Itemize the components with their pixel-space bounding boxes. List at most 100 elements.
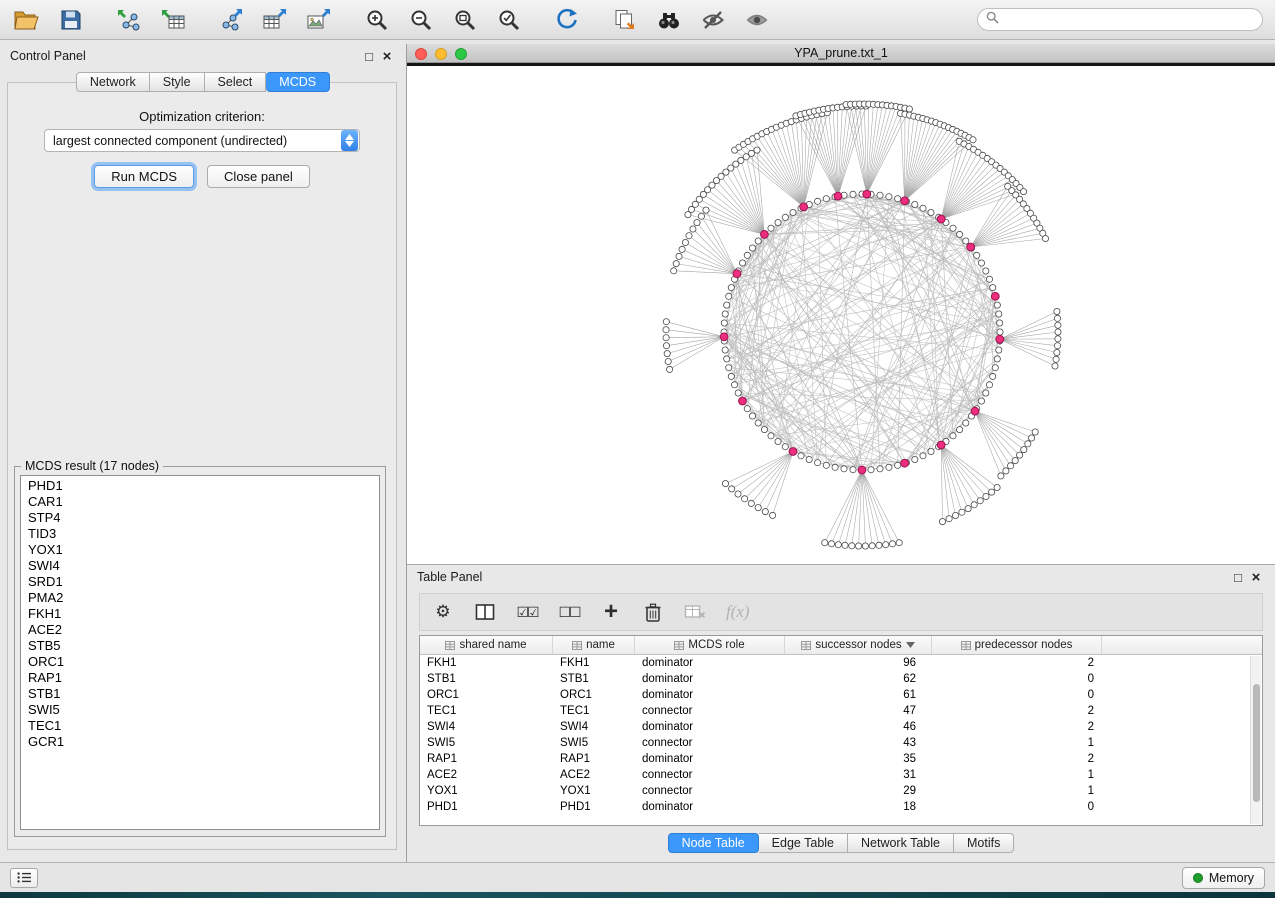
table-cell[interactable]: STB1 <box>420 671 553 687</box>
list-item[interactable]: STB5 <box>28 638 379 654</box>
table-cell[interactable]: 18 <box>785 799 932 815</box>
table-cell[interactable]: TEC1 <box>420 703 553 719</box>
list-item[interactable]: SWI4 <box>28 558 379 574</box>
table-row[interactable]: STB1STB1dominator620 <box>420 671 1262 687</box>
table-cell[interactable]: dominator <box>635 799 785 815</box>
table-cell[interactable]: TEC1 <box>553 703 635 719</box>
table-cell[interactable]: STB1 <box>553 671 635 687</box>
search-input[interactable] <box>1004 13 1254 27</box>
run-mcds-button[interactable]: Run MCDS <box>94 165 194 188</box>
table-cell[interactable]: 35 <box>785 751 932 767</box>
table-cell[interactable]: PHD1 <box>553 799 635 815</box>
column-header-mcds-role[interactable]: MCDS role <box>635 636 785 654</box>
table-cell[interactable]: connector <box>635 735 785 751</box>
table-cell[interactable]: SWI5 <box>553 735 635 751</box>
list-item[interactable]: PMA2 <box>28 590 379 606</box>
apply-layout-icon[interactable] <box>552 5 582 35</box>
list-item[interactable]: FKH1 <box>28 606 379 622</box>
select-all-rows-icon[interactable]: ☑☑ <box>516 600 538 624</box>
tab-network-table[interactable]: Network Table <box>848 833 954 853</box>
table-cell[interactable]: 29 <box>785 783 932 799</box>
table-cell[interactable]: connector <box>635 767 785 783</box>
table-cell[interactable]: 46 <box>785 719 932 735</box>
table-row[interactable]: RAP1RAP1dominator352 <box>420 751 1262 767</box>
tab-node-table[interactable]: Node Table <box>668 833 759 853</box>
export-network-icon[interactable] <box>216 5 246 35</box>
table-cell[interactable]: PHD1 <box>420 799 553 815</box>
list-item[interactable]: TEC1 <box>28 718 379 734</box>
list-item[interactable]: ACE2 <box>28 622 379 638</box>
table-cell[interactable]: ACE2 <box>553 767 635 783</box>
table-cell[interactable]: 61 <box>785 687 932 703</box>
scrollbar-thumb[interactable] <box>1253 684 1260 802</box>
table-cell[interactable]: RAP1 <box>553 751 635 767</box>
list-item[interactable]: GCR1 <box>28 734 379 750</box>
table-cell[interactable]: dominator <box>635 751 785 767</box>
tab-select[interactable]: Select <box>205 72 267 92</box>
table-cell[interactable]: dominator <box>635 671 785 687</box>
list-item[interactable]: CAR1 <box>28 494 379 510</box>
table-cell[interactable]: 1 <box>932 735 1102 751</box>
list-item[interactable]: PHD1 <box>28 478 379 494</box>
show-elements-icon[interactable] <box>742 5 772 35</box>
table-cell[interactable]: dominator <box>635 655 785 671</box>
tab-style[interactable]: Style <box>150 72 205 92</box>
table-cell[interactable]: 62 <box>785 671 932 687</box>
table-cell[interactable]: 2 <box>932 703 1102 719</box>
table-cell[interactable]: 2 <box>932 655 1102 671</box>
table-cell[interactable]: dominator <box>635 719 785 735</box>
table-cell[interactable]: ACE2 <box>420 767 553 783</box>
table-cell[interactable]: YOX1 <box>553 783 635 799</box>
table-row[interactable]: SWI4SWI4dominator462 <box>420 719 1262 735</box>
list-item[interactable]: ORC1 <box>28 654 379 670</box>
table-row[interactable]: PHD1PHD1dominator180 <box>420 799 1262 815</box>
table-cell[interactable]: ORC1 <box>553 687 635 703</box>
search-field[interactable] <box>977 8 1263 31</box>
add-column-icon[interactable]: + <box>600 600 622 624</box>
table-cell[interactable]: 0 <box>932 671 1102 687</box>
tab-edge-table[interactable]: Edge Table <box>759 833 848 853</box>
task-history-button[interactable] <box>10 868 38 888</box>
import-table-icon[interactable] <box>158 5 188 35</box>
network-canvas[interactable] <box>407 63 1275 564</box>
table-cell[interactable]: SWI4 <box>553 719 635 735</box>
table-cell[interactable]: SWI5 <box>420 735 553 751</box>
zoom-out-icon[interactable] <box>406 5 436 35</box>
show-columns-icon[interactable] <box>474 600 496 624</box>
zoom-selected-icon[interactable] <box>494 5 524 35</box>
table-row[interactable]: FKH1FKH1dominator962 <box>420 655 1262 671</box>
column-header-successor-nodes[interactable]: successor nodes <box>785 636 932 654</box>
table-cell[interactable]: 47 <box>785 703 932 719</box>
table-cell[interactable]: SWI4 <box>420 719 553 735</box>
float-panel-icon[interactable]: □ <box>360 49 378 64</box>
list-item[interactable]: SRD1 <box>28 574 379 590</box>
table-row[interactable]: SWI5SWI5connector431 <box>420 735 1262 751</box>
column-header-name[interactable]: name <box>553 636 635 654</box>
zoom-fit-icon[interactable] <box>450 5 480 35</box>
table-cell[interactable]: 31 <box>785 767 932 783</box>
hide-elements-icon[interactable] <box>698 5 728 35</box>
export-table-icon[interactable] <box>260 5 290 35</box>
close-panel-icon[interactable]: × <box>378 48 396 65</box>
column-header-shared-name[interactable]: shared name <box>420 636 553 654</box>
table-scrollbar[interactable] <box>1250 656 1261 824</box>
table-cell[interactable]: 1 <box>932 783 1102 799</box>
float-table-panel-icon[interactable]: □ <box>1229 570 1247 585</box>
table-cell[interactable]: connector <box>635 703 785 719</box>
export-image-icon[interactable] <box>304 5 334 35</box>
save-icon[interactable] <box>56 5 86 35</box>
table-settings-gear-icon[interactable]: ⚙ <box>432 600 454 624</box>
list-item[interactable]: STB1 <box>28 686 379 702</box>
open-file-icon[interactable] <box>12 5 42 35</box>
table-cell[interactable]: 0 <box>932 687 1102 703</box>
list-item[interactable]: YOX1 <box>28 542 379 558</box>
list-item[interactable]: RAP1 <box>28 670 379 686</box>
optimization-criterion-select[interactable]: largest connected component (undirected) <box>44 129 360 152</box>
delete-column-trash-icon[interactable] <box>642 600 664 624</box>
column-header-predecessor-nodes[interactable]: predecessor nodes <box>932 636 1102 654</box>
table-cell[interactable]: ORC1 <box>420 687 553 703</box>
tab-mcds[interactable]: MCDS <box>266 72 330 92</box>
import-network-icon[interactable] <box>114 5 144 35</box>
table-cell[interactable]: FKH1 <box>420 655 553 671</box>
zoom-in-icon[interactable] <box>362 5 392 35</box>
